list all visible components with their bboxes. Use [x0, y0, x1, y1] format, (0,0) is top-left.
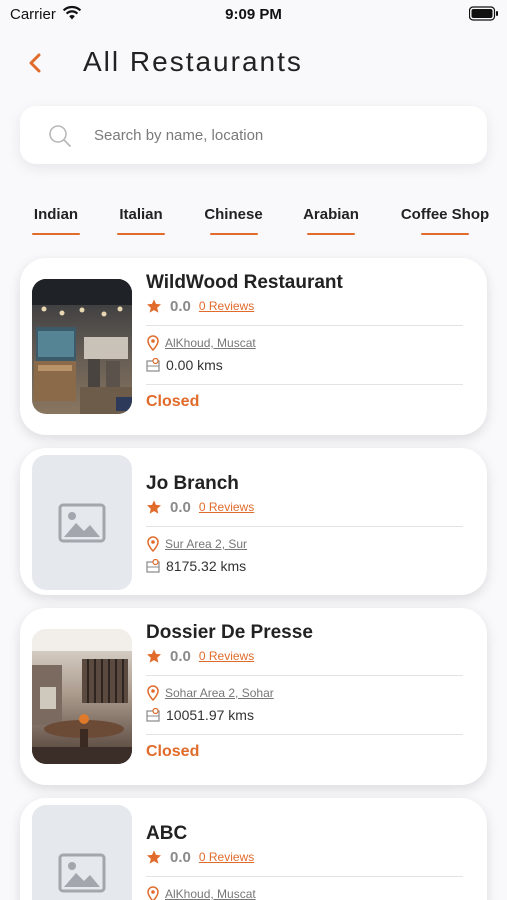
search-icon	[49, 125, 71, 147]
tab-coffee-shop[interactable]: Coffee Shop	[398, 206, 492, 235]
tab-label: Chinese	[204, 206, 263, 223]
tab-underline	[117, 233, 165, 235]
status-badge: Closed	[146, 393, 200, 410]
distance-text: 0.00 kms	[166, 357, 223, 373]
distance-text: 8175.32 kms	[166, 558, 247, 574]
distance-row: 0.00 kms	[146, 355, 463, 375]
restaurant-card[interactable]: Jo Branch 0.0 0 Reviews Sur Area 2, Sur …	[20, 448, 487, 595]
restaurant-info: WildWood Restaurant 0.0 0 Reviews AlKhou…	[146, 272, 463, 411]
tab-underline	[421, 233, 469, 235]
location-text[interactable]: AlKhoud, Muscat	[165, 336, 256, 350]
reviews-link[interactable]: 0 Reviews	[199, 649, 254, 663]
restaurant-card[interactable]: Dossier De Presse 0.0 0 Reviews Sohar Ar…	[20, 608, 487, 785]
status-badge: Closed	[146, 743, 200, 760]
restaurant-name: Jo Branch	[146, 473, 239, 494]
clock: 9:09 PM	[225, 6, 282, 23]
rating-row: 0.0 0 Reviews	[146, 646, 463, 666]
distance-text: 10051.97 kms	[166, 707, 254, 723]
restaurant-photo-placeholder	[32, 455, 132, 590]
star-icon	[147, 500, 161, 514]
rating-row: 0.0 0 Reviews	[146, 296, 463, 316]
divider	[146, 384, 463, 385]
location-text[interactable]: Sohar Area 2, Sohar	[165, 686, 274, 700]
divider	[146, 325, 463, 326]
distance-icon	[146, 708, 160, 722]
tab-underline	[209, 233, 258, 235]
tab-label: Indian	[33, 206, 79, 223]
cuisine-tabs: Indian Italian Chinese Arabian Coffee Sh…	[0, 206, 507, 242]
location-pin-icon	[147, 685, 159, 701]
status-bar: Carrier 9:09 PM	[0, 0, 507, 30]
back-button[interactable]	[20, 48, 50, 78]
image-placeholder-icon	[58, 503, 106, 542]
page-title: All Restaurants	[83, 46, 303, 77]
divider	[146, 526, 463, 527]
restaurant-photo	[32, 629, 132, 764]
location-text[interactable]: AlKhoud, Muscat	[165, 887, 256, 900]
tab-label: Coffee Shop	[400, 206, 490, 223]
reviews-link[interactable]: 0 Reviews	[199, 850, 254, 864]
divider	[146, 876, 463, 877]
location-text[interactable]: Sur Area 2, Sur	[165, 537, 247, 551]
location-row: Sohar Area 2, Sohar	[146, 684, 463, 702]
location-row: Sur Area 2, Sur	[146, 535, 463, 553]
tab-arabian[interactable]: Arabian	[301, 206, 361, 235]
rating-row: 0.0 0 Reviews	[146, 497, 463, 517]
rating-value: 0.0	[170, 297, 191, 315]
tab-italian[interactable]: Italian	[117, 206, 165, 235]
tab-underline	[307, 233, 355, 235]
star-icon	[147, 649, 161, 663]
restaurant-info: ABC 0.0 0 Reviews AlKhoud, Muscat	[146, 823, 463, 900]
star-icon	[147, 299, 161, 313]
restaurant-name: ABC	[146, 823, 188, 844]
star-icon	[147, 850, 161, 864]
tab-label: Italian	[119, 206, 163, 223]
restaurant-photo-placeholder	[32, 805, 132, 900]
reviews-link[interactable]: 0 Reviews	[199, 299, 254, 313]
search-input[interactable]	[94, 116, 464, 154]
divider	[146, 734, 463, 735]
chevron-left-icon	[29, 53, 41, 73]
tab-indian[interactable]: Indian	[32, 206, 80, 235]
distance-row: 8175.32 kms	[146, 556, 463, 576]
location-pin-icon	[147, 886, 159, 900]
rating-value: 0.0	[170, 848, 191, 866]
rating-row: 0.0 0 Reviews	[146, 847, 463, 867]
location-row: AlKhoud, Muscat	[146, 334, 463, 352]
restaurant-card[interactable]: ABC 0.0 0 Reviews AlKhoud, Muscat	[20, 798, 487, 900]
restaurant-photo	[32, 279, 132, 414]
search-bar[interactable]	[20, 106, 487, 164]
tab-label: Arabian	[303, 206, 359, 223]
distance-row: 10051.97 kms	[146, 705, 463, 725]
rating-value: 0.0	[170, 498, 191, 516]
location-pin-icon	[147, 335, 159, 351]
reviews-link[interactable]: 0 Reviews	[199, 500, 254, 514]
restaurant-info: Dossier De Presse 0.0 0 Reviews Sohar Ar…	[146, 622, 463, 761]
battery-icon	[469, 6, 498, 21]
restaurant-name: Dossier De Presse	[146, 622, 313, 643]
tab-underline	[32, 233, 80, 235]
image-placeholder-icon	[58, 853, 106, 892]
location-pin-icon	[147, 536, 159, 552]
restaurant-info: Jo Branch 0.0 0 Reviews Sur Area 2, Sur …	[146, 473, 463, 576]
location-row: AlKhoud, Muscat	[146, 885, 463, 900]
rating-value: 0.0	[170, 647, 191, 665]
tab-chinese[interactable]: Chinese	[203, 206, 264, 235]
restaurant-name: WildWood Restaurant	[146, 272, 343, 293]
distance-icon	[146, 559, 160, 573]
distance-icon	[146, 358, 160, 372]
divider	[146, 675, 463, 676]
restaurant-card[interactable]: WildWood Restaurant 0.0 0 Reviews AlKhou…	[20, 258, 487, 435]
